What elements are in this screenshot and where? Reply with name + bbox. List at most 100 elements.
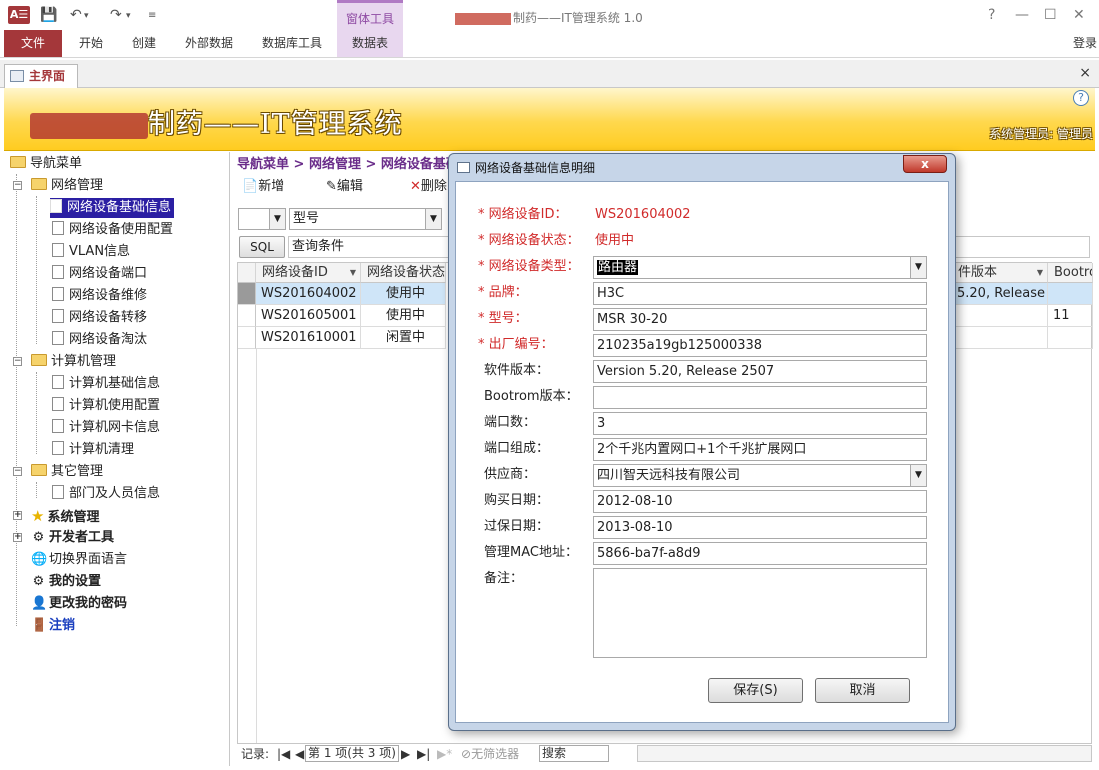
new-button[interactable]: 📄新增 [242,176,284,198]
table-cell[interactable]: 5.20, Release 25 [952,283,1048,305]
tab-file[interactable]: 文件 [4,30,62,57]
nav-item-network-device-usage-config[interactable]: 网络设备使用配置 [52,220,173,240]
tab-database-tools[interactable]: 数据库工具 [258,30,326,57]
purchase-date-field[interactable]: 2012-08-10 [593,490,927,513]
nav-item-logout[interactable]: 🚪 注销 [31,616,75,636]
expand-icon[interactable]: + [13,533,22,542]
undo-icon[interactable]: ↶ [70,7,82,23]
remarks-textarea[interactable] [593,568,927,658]
redo-dropdown-icon[interactable]: ▾ [126,11,131,21]
dialog-close-button[interactable]: x [903,155,947,173]
mac-address-field[interactable]: 5866-ba7f-a8d9 [593,542,927,565]
nav-item-computer-nic-info[interactable]: 计算机网卡信息 [52,418,160,438]
help-button[interactable]: ? [988,7,995,23]
port-count-field[interactable]: 3 [593,412,927,435]
table-cell[interactable]: 闲置中 [361,327,446,349]
last-record-button[interactable]: ▶| [417,745,430,763]
customize-toolbar-icon[interactable]: ≡ [148,10,156,21]
device-type-select[interactable]: 路由器 ▼ [593,256,927,279]
horizontal-scrollbar[interactable] [637,745,1092,762]
save-button[interactable]: 保存(S) [708,678,803,703]
search-input[interactable]: 搜索 [539,745,609,762]
bootrom-version-field[interactable] [593,386,927,409]
edit-button[interactable]: ✎编辑 [326,176,363,198]
port-composition-field[interactable]: 2个千兆内置网口+1个千兆扩展网口 [593,438,927,461]
table-cell[interactable]: WS201610001 [256,327,361,349]
sort-dropdown-icon[interactable]: ▼ [350,263,356,282]
login-link[interactable]: 登录 [1073,34,1097,51]
select-all-corner[interactable] [238,263,256,283]
tab-main-form[interactable]: 主界面 [4,64,78,88]
nav-item-computer-cleanup[interactable]: 计算机清理 [52,440,134,460]
tab-create[interactable]: 创建 [128,30,160,57]
table-cell[interactable] [1048,327,1093,349]
help-icon[interactable]: ? [1073,90,1089,106]
nav-item-developer-tools[interactable]: + ⚙ 开发者工具 [13,528,114,548]
nav-item-vlan-info[interactable]: VLAN信息 [52,242,130,262]
access-app-icon[interactable]: A☰ [8,6,30,24]
chevron-down-icon[interactable]: ▼ [269,209,285,229]
tab-home[interactable]: 开始 [75,30,107,57]
minimize-button[interactable]: — [1015,7,1029,23]
table-cell[interactable] [1048,283,1093,305]
record-position-field[interactable]: 第 1 项(共 3 项) [305,745,399,762]
close-window-button[interactable]: ✕ [1073,7,1085,23]
maximize-button[interactable]: ☐ [1044,7,1057,23]
collapse-icon[interactable]: − [13,467,22,476]
table-cell[interactable] [952,327,1048,349]
nav-item-network-management[interactable]: − 网络管理 [13,176,103,196]
row-selector[interactable] [238,305,256,327]
nav-item-network-device-retire[interactable]: 网络设备淘汰 [52,330,147,350]
nav-item-department-staff[interactable]: 部门及人员信息 [52,484,160,504]
chevron-down-icon[interactable]: ▼ [910,465,926,486]
nav-root[interactable]: 导航菜单 [10,154,82,174]
row-selector[interactable] [238,327,256,349]
no-filter-button[interactable]: ⊘无筛选器 [461,745,519,763]
collapse-icon[interactable]: − [13,357,22,366]
filter-operator-select[interactable]: ▼ [238,208,286,230]
close-document-button[interactable]: × [1079,65,1091,81]
table-cell[interactable]: WS201605001 [256,305,361,327]
save-icon[interactable]: 💾 [40,7,57,23]
nav-item-network-device-transfer[interactable]: 网络设备转移 [52,308,147,328]
delete-button[interactable]: ✕删除 [410,176,447,198]
chevron-down-icon[interactable]: ▼ [910,257,926,278]
nav-item-computer-basic-info[interactable]: 计算机基础信息 [52,374,160,394]
expand-icon[interactable]: + [13,511,22,520]
tab-datasheet[interactable]: 数据表 [337,30,403,57]
nav-item-network-device-ports[interactable]: 网络设备端口 [52,264,147,284]
nav-item-network-device-basic-info[interactable]: 网络设备基础信息 [50,198,175,218]
undo-dropdown-icon[interactable]: ▾ [84,11,89,21]
column-header-software-version[interactable]: 件版本 ▼ [952,263,1048,283]
filter-field-select[interactable]: 型号 ▼ [289,208,442,230]
table-cell[interactable]: 使用中 [361,305,446,327]
redo-icon[interactable]: ↷ [110,7,122,23]
table-cell[interactable] [952,305,1048,327]
chevron-down-icon[interactable]: ▼ [425,209,441,229]
prev-record-button[interactable]: ◀ [295,745,304,763]
warranty-expiry-field[interactable]: 2013-08-10 [593,516,927,539]
model-field[interactable]: MSR 30-20 [593,308,927,331]
nav-item-computer-management[interactable]: − 计算机管理 [13,352,116,372]
new-record-button[interactable]: ▶* [437,745,452,763]
table-cell[interactable]: WS201604002 [256,283,361,305]
software-version-field[interactable]: Version 5.20, Release 2507 [593,360,927,383]
column-header-bootrom[interactable]: Bootro [1048,263,1093,283]
table-cell[interactable]: 11 [1048,305,1093,327]
sql-button[interactable]: SQL [239,236,285,258]
next-record-button[interactable]: ▶ [401,745,410,763]
sort-dropdown-icon[interactable]: ▼ [1037,263,1043,282]
serial-number-field[interactable]: 210235a19gb125000338 [593,334,927,357]
nav-item-my-settings[interactable]: ⚙ 我的设置 [31,572,101,592]
nav-item-other-management[interactable]: − 其它管理 [13,462,103,482]
nav-item-system-management[interactable]: + ★ 系统管理 [13,506,99,526]
collapse-icon[interactable]: − [13,181,22,190]
table-cell[interactable]: 使用中 [361,283,446,305]
supplier-select[interactable]: 四川智天远科技有限公司 ▼ [593,464,927,487]
brand-field[interactable]: H3C [593,282,927,305]
column-header-device-id[interactable]: 网络设备ID ▼ [256,263,361,283]
tab-external-data[interactable]: 外部数据 [181,30,237,57]
nav-item-change-password[interactable]: 👤 更改我的密码 [31,594,127,614]
row-selector[interactable] [238,283,256,305]
nav-item-computer-usage-config[interactable]: 计算机使用配置 [52,396,160,416]
